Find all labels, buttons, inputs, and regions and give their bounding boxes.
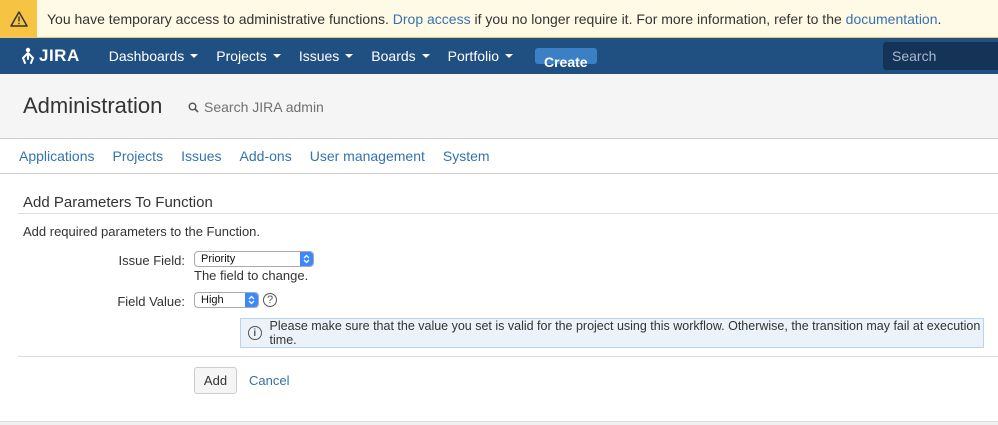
chevron-down-icon [505, 54, 513, 58]
tab-projects[interactable]: Projects [113, 148, 164, 164]
issue-field-value: Priority [201, 253, 236, 265]
issue-field-select[interactable]: Priority [194, 251, 314, 267]
banner-message: You have temporary access to administrat… [47, 10, 942, 27]
main-menu: Dashboards Projects Issues Boards Portfo… [100, 48, 522, 64]
info-icon: i [248, 326, 262, 340]
jira-logo-icon [21, 47, 35, 64]
select-arrows-icon [300, 252, 313, 266]
issue-field-label: Issue Field: [118, 253, 185, 268]
form-description: Add required parameters to the Function. [23, 224, 261, 239]
page-title: Administration [23, 93, 163, 118]
nav-portfolio[interactable]: Portfolio [439, 48, 522, 64]
jira-logo-text: JIRA [39, 46, 80, 65]
nav-dashboards[interactable]: Dashboards [100, 48, 208, 64]
jira-logo[interactable]: JIRA [20, 46, 80, 66]
documentation-link[interactable]: documentation [846, 11, 938, 27]
issue-field-hint: The field to change. [194, 268, 309, 283]
chevron-down-icon [421, 54, 430, 58]
chevron-down-icon [190, 54, 199, 58]
top-navigation: JIRA Dashboards Projects Issues Boards P… [0, 38, 998, 74]
divider [18, 356, 998, 357]
search-icon [188, 102, 199, 113]
tab-applications[interactable]: Applications [19, 148, 95, 164]
admin-search-input[interactable]: Search JIRA admin [188, 99, 324, 115]
create-button[interactable]: Create [535, 48, 597, 70]
footer-divider [0, 421, 998, 425]
info-message: i Please make sure that the value you se… [240, 318, 984, 348]
divider [18, 213, 998, 214]
chevron-down-icon [345, 54, 354, 58]
tab-user-management[interactable]: User management [310, 148, 425, 164]
admin-access-banner: You have temporary access to administrat… [0, 0, 998, 38]
warning-icon [0, 0, 37, 37]
select-arrows-icon [245, 293, 258, 307]
info-message-text: Please make sure that the value you set … [269, 319, 981, 347]
quick-search-input[interactable]: Search [883, 42, 998, 70]
tab-issues[interactable]: Issues [181, 148, 221, 164]
field-value-select[interactable]: High [194, 292, 259, 308]
chevron-down-icon [272, 54, 281, 58]
nav-issues[interactable]: Issues [290, 48, 362, 64]
cancel-link[interactable]: Cancel [249, 373, 289, 388]
add-button[interactable]: Add [194, 367, 237, 394]
nav-boards[interactable]: Boards [362, 48, 438, 64]
field-value-label: Field Value: [117, 294, 185, 309]
form-title: Add Parameters To Function [23, 194, 213, 211]
help-icon[interactable]: ? [263, 293, 277, 307]
admin-header: Administration Search JIRA admin [0, 74, 998, 139]
field-value-value: High [201, 294, 224, 306]
tab-add-ons[interactable]: Add-ons [240, 148, 292, 164]
drop-access-link[interactable]: Drop access [393, 11, 471, 27]
nav-projects[interactable]: Projects [207, 48, 290, 64]
tab-system[interactable]: System [443, 148, 490, 164]
admin-tabs: Applications Projects Issues Add-ons Use… [0, 139, 998, 174]
